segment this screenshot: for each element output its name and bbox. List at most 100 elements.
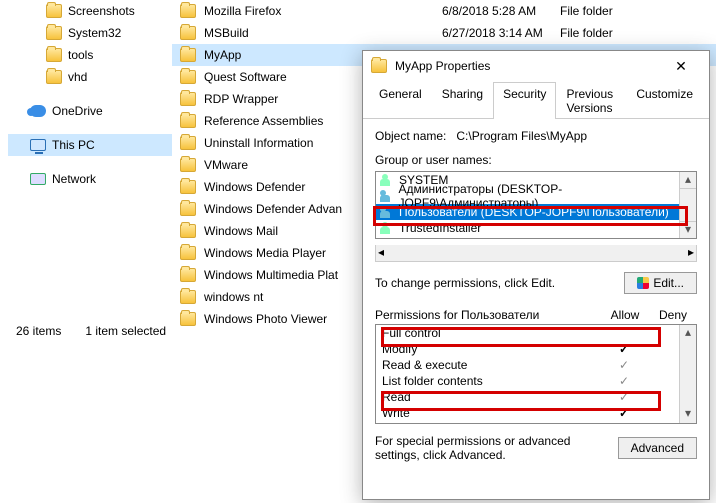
tab-sharing[interactable]: Sharing: [432, 82, 493, 119]
h-scrollbar[interactable]: ◂▸: [375, 245, 697, 262]
user-icon: [380, 222, 394, 234]
file-type: File folder: [560, 26, 640, 40]
group-item[interactable]: TrustedInstaller: [376, 220, 696, 236]
nav-label: OneDrive: [52, 104, 103, 118]
nav-label: vhd: [68, 70, 87, 84]
network-icon: [30, 173, 46, 185]
tab-general[interactable]: General: [369, 82, 432, 119]
status-count: 26 items: [16, 324, 61, 338]
status-bar: 26 items 1 item selected: [0, 320, 182, 342]
folder-icon: [46, 70, 62, 84]
tab-previous-versions[interactable]: Previous Versions: [556, 82, 626, 119]
folder-icon: [180, 92, 196, 106]
scrollbar[interactable]: ▴ ▾: [679, 172, 696, 238]
user-icon: [380, 206, 394, 218]
allow-header: Allow: [601, 308, 649, 322]
scroll-down-icon[interactable]: ▾: [680, 221, 696, 238]
nav-label: Network: [52, 172, 96, 186]
permission-name: Write: [382, 406, 600, 420]
folder-icon: [180, 48, 196, 62]
nav-item[interactable]: vhd: [8, 66, 172, 88]
folder-icon: [180, 136, 196, 150]
permission-name: Read: [382, 390, 600, 404]
status-selected: 1 item selected: [85, 324, 166, 338]
permission-row[interactable]: Modify✓: [376, 341, 696, 357]
nav-item[interactable]: OneDrive: [8, 100, 172, 122]
allow-check: ✓: [600, 342, 648, 356]
folder-icon: [371, 59, 387, 73]
folder-icon: [180, 114, 196, 128]
shield-icon: [637, 277, 649, 289]
allow-check: ✓: [600, 406, 648, 420]
pc-icon: [30, 139, 46, 151]
tab-customize[interactable]: Customize: [626, 82, 703, 119]
folder-icon: [180, 180, 196, 194]
object-name-value: C:\Program Files\MyApp: [456, 129, 587, 143]
scroll-up-icon[interactable]: ▴: [680, 325, 696, 342]
onedrive-icon: [30, 105, 46, 117]
edit-button[interactable]: Edit...: [624, 272, 697, 294]
scrollbar[interactable]: ▴ ▾: [679, 325, 696, 423]
allow-check: ✓: [600, 390, 648, 404]
titlebar: MyApp Properties ✕: [363, 51, 709, 81]
folder-icon: [180, 290, 196, 304]
advanced-hint: For special permissions or advanced sett…: [375, 434, 610, 462]
file-date: 6/27/2018 3:14 AM: [442, 26, 552, 40]
folder-icon: [180, 70, 196, 84]
nav-label: Screenshots: [68, 4, 135, 18]
permission-row[interactable]: Read✓: [376, 389, 696, 405]
folder-icon: [180, 246, 196, 260]
properties-dialog: MyApp Properties ✕ GeneralSharingSecurit…: [362, 50, 710, 500]
nav-item[interactable]: System32: [8, 22, 172, 44]
tab-strip: GeneralSharingSecurityPrevious VersionsC…: [363, 81, 709, 119]
folder-icon: [180, 224, 196, 238]
permission-row[interactable]: Full control: [376, 325, 696, 341]
group-item[interactable]: Администраторы (DESKTOP-JOPF9\Администра…: [376, 188, 696, 204]
permissions-label: Permissions for Пользователи: [375, 308, 601, 322]
group-label: Group or user names:: [375, 153, 697, 167]
permission-name: Full control: [382, 326, 600, 340]
permission-row[interactable]: List folder contents✓: [376, 373, 696, 389]
folder-icon: [46, 48, 62, 62]
folder-icon: [180, 312, 196, 326]
nav-label: tools: [68, 48, 93, 62]
folder-icon: [180, 268, 196, 282]
group-item[interactable]: Пользователи (DESKTOP-JOPF9\Пользователи…: [376, 204, 696, 220]
nav-pane: Screenshots System32 tools vhd OneDrive This …: [0, 0, 172, 340]
user-icon: [380, 174, 394, 186]
nav-item[interactable]: tools: [8, 44, 172, 66]
scroll-up-icon[interactable]: ▴: [680, 172, 696, 189]
nav-label: System32: [68, 26, 121, 40]
advanced-button[interactable]: Advanced: [618, 437, 697, 459]
group-listbox[interactable]: SYSTEMАдминистраторы (DESKTOP-JOPF9\Адми…: [375, 171, 697, 239]
nav-label: This PC: [52, 138, 95, 152]
nav-item[interactable]: This PC: [8, 134, 172, 156]
group-label: TrustedInstaller: [399, 221, 481, 235]
tab-security[interactable]: Security: [493, 82, 556, 119]
permission-row[interactable]: Read & execute✓: [376, 357, 696, 373]
file-type: File folder: [560, 4, 640, 18]
scroll-down-icon[interactable]: ▾: [680, 406, 696, 423]
file-row[interactable]: MSBuild 6/27/2018 3:14 AM File folder: [172, 22, 716, 44]
file-row[interactable]: Mozilla Firefox6/8/2018 5:28 AMFile fold…: [172, 0, 716, 22]
permission-row[interactable]: Write✓: [376, 405, 696, 421]
edit-hint: To change permissions, click Edit.: [375, 276, 555, 290]
object-name-label: Object name:: [375, 129, 446, 143]
permission-name: Modify: [382, 342, 600, 356]
nav-item[interactable]: Screenshots: [8, 0, 172, 22]
folder-icon: [180, 4, 196, 18]
allow-check: ✓: [600, 374, 648, 388]
allow-check: ✓: [600, 358, 648, 372]
folder-icon: [46, 26, 62, 40]
close-button[interactable]: ✕: [661, 52, 701, 80]
file-date: 6/8/2018 5:28 AM: [442, 4, 552, 18]
file-name: MSBuild: [204, 26, 434, 40]
permission-name: Read & execute: [382, 358, 600, 372]
user-icon: [380, 190, 394, 202]
group-label: Пользователи (DESKTOP-JOPF9\Пользователи…: [399, 205, 669, 219]
nav-item[interactable]: Network: [8, 168, 172, 190]
permissions-listbox[interactable]: Full controlModify✓Read & execute✓List f…: [375, 324, 697, 424]
folder-icon: [46, 4, 62, 18]
permission-name: List folder contents: [382, 374, 600, 388]
dialog-title: MyApp Properties: [395, 59, 653, 73]
